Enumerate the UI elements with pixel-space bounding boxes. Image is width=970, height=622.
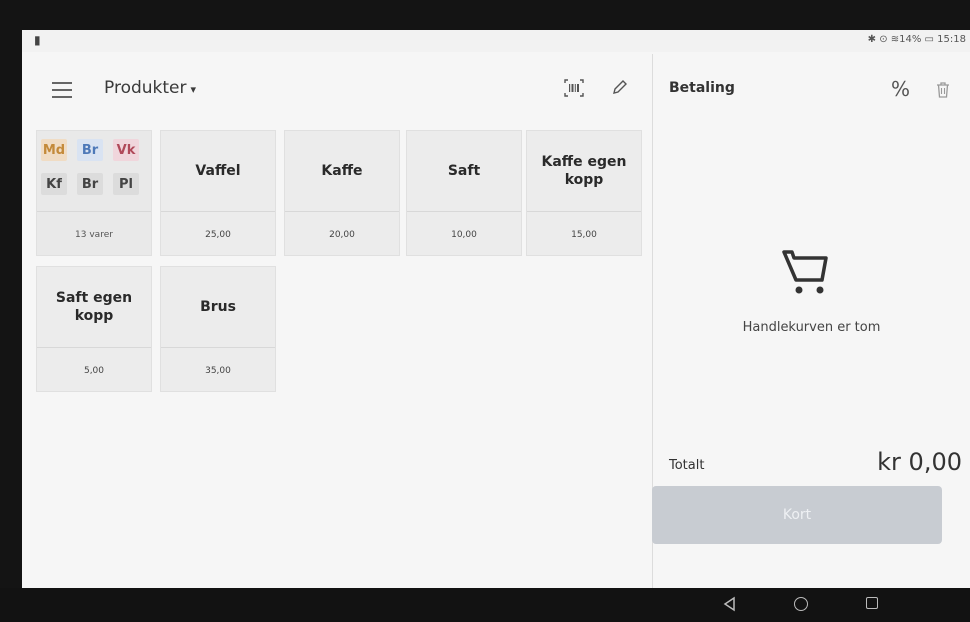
product-price: 20,00 <box>285 211 399 257</box>
status-icons-time: ✱ ⊙ ≋14% ▭ 15:18 <box>867 34 966 45</box>
products-dropdown[interactable]: Produkter ▾ <box>104 78 196 98</box>
recent-apps-icon[interactable] <box>866 597 878 609</box>
payment-title: Betaling <box>669 80 735 96</box>
product-price: 15,00 <box>527 211 641 257</box>
product-tile[interactable]: Saft egen kopp 5,00 <box>36 266 152 392</box>
category-chip: Br <box>77 173 103 195</box>
products-header: Produkter ▾ <box>22 68 652 114</box>
product-name: Kaffe <box>321 162 363 179</box>
product-price: 35,00 <box>161 347 275 393</box>
status-bar: ▮ ✱ ⊙ ≋14% ▭ 15:18 <box>22 30 970 52</box>
product-name: Brus <box>200 298 236 315</box>
product-name: Saft <box>447 162 481 179</box>
shopping-cart-icon <box>782 250 828 294</box>
category-chip: Vk <box>113 139 139 161</box>
product-tile[interactable]: Brus 35,00 <box>160 266 276 392</box>
category-chip: Kf <box>41 173 67 195</box>
caret-down-icon: ▾ <box>190 83 197 96</box>
payment-header: Betaling % <box>653 68 970 114</box>
page-title: Produkter <box>104 78 187 98</box>
back-icon[interactable] <box>722 596 738 612</box>
category-tile[interactable]: Md Br Vk Kf Br Pl 13 varer <box>36 130 152 256</box>
product-price: 10,00 <box>407 211 521 257</box>
total-row: Totalt kr 0,00 <box>653 448 970 488</box>
empty-cart: Handlekurven er tom <box>653 230 970 350</box>
total-label: Totalt <box>669 458 705 473</box>
menu-icon[interactable] <box>52 82 72 98</box>
pencil-icon[interactable] <box>610 77 630 97</box>
card-payment-button[interactable]: Kort <box>652 486 942 544</box>
barcode-icon[interactable] <box>563 77 585 99</box>
product-name: Vaffel <box>195 162 241 179</box>
product-name: Saft egen kopp <box>55 289 133 324</box>
total-value: kr 0,00 <box>877 448 962 476</box>
product-tile[interactable]: Kaffe egen kopp 15,00 <box>526 130 642 256</box>
product-price: 25,00 <box>161 211 275 257</box>
device-frame: ▮ ✱ ⊙ ≋14% ▭ 15:18 Produkter ▾ Betaling … <box>0 0 970 622</box>
product-tile[interactable]: Vaffel 25,00 <box>160 130 276 256</box>
product-name: Kaffe egen kopp <box>541 153 627 188</box>
trash-icon[interactable] <box>935 81 951 99</box>
category-chip: Br <box>77 139 103 161</box>
category-count: 13 varer <box>37 211 151 257</box>
android-nav-bar <box>0 588 970 622</box>
product-price: 5,00 <box>37 347 151 393</box>
product-tile[interactable]: Saft 10,00 <box>406 130 522 256</box>
category-chip: Md <box>41 139 67 161</box>
home-icon[interactable] <box>794 597 808 611</box>
cart-empty-text: Handlekurven er tom <box>742 320 881 335</box>
category-chip: Pl <box>113 173 139 195</box>
card-payment-label: Kort <box>782 507 812 523</box>
notification-indicator: ▮ <box>34 33 41 47</box>
discount-button[interactable]: % <box>891 77 910 101</box>
product-tile[interactable]: Kaffe 20,00 <box>284 130 400 256</box>
